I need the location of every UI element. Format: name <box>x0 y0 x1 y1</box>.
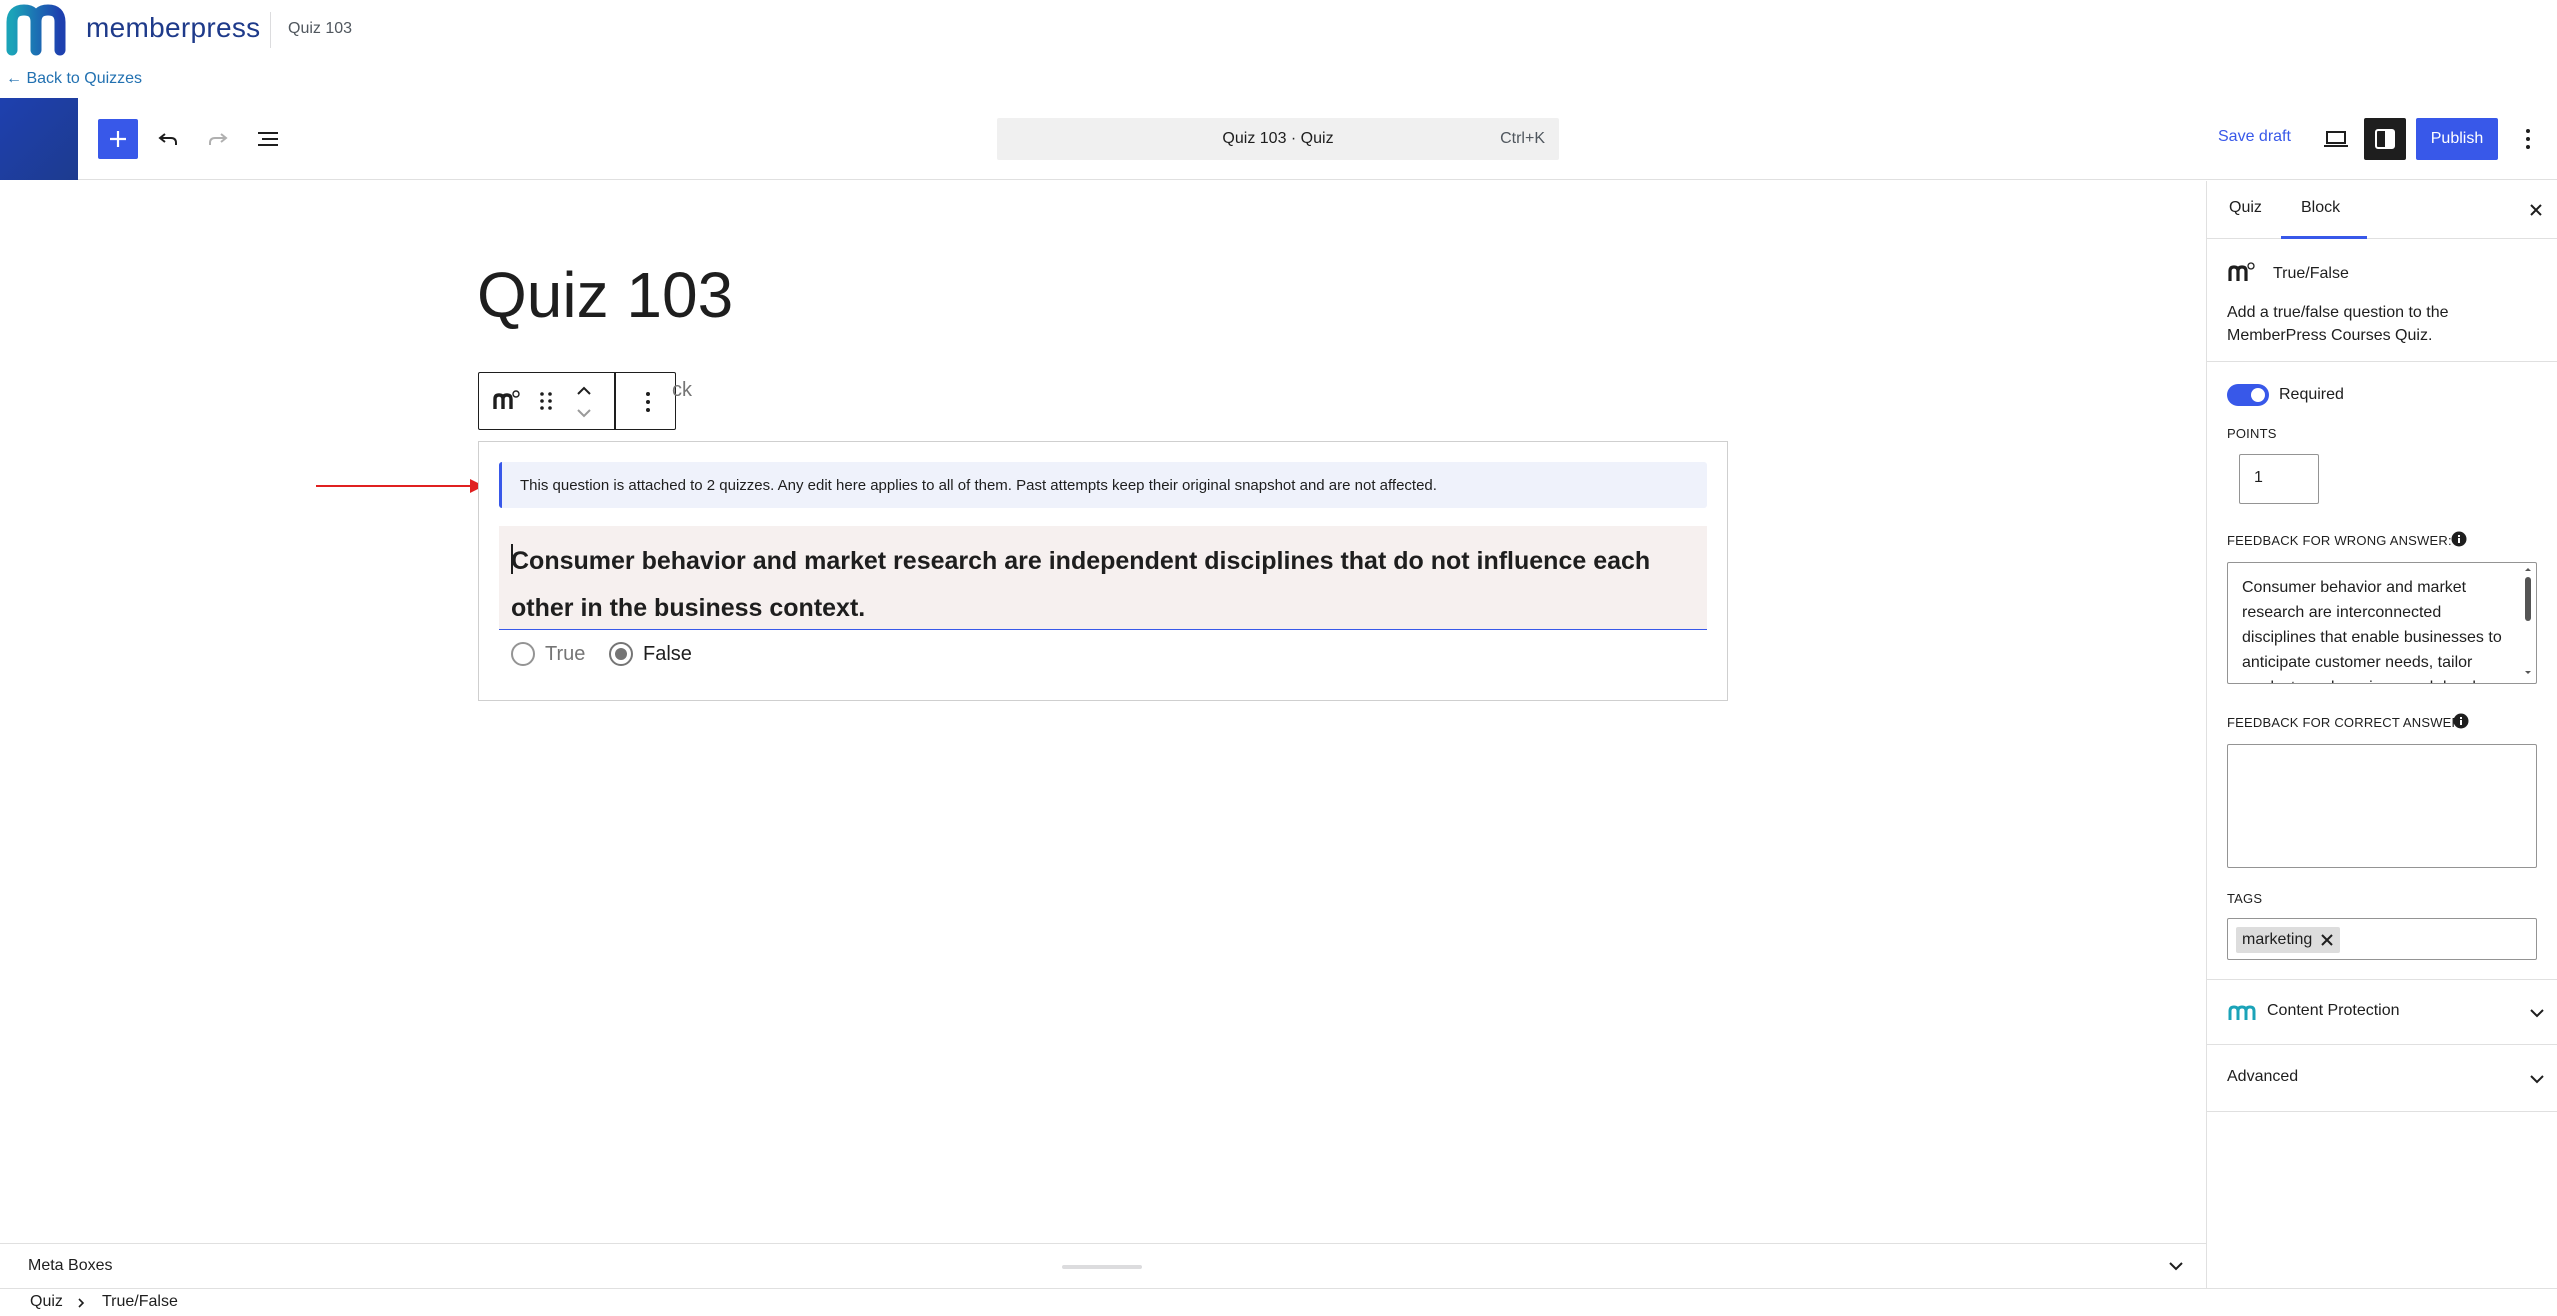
text-caret <box>511 544 513 574</box>
radio-true[interactable] <box>511 642 535 666</box>
block-breadcrumb: Quiz True/False <box>0 1288 2557 1316</box>
question-text-field[interactable]: Consumer behavior and market research ar… <box>499 526 1707 630</box>
plus-icon <box>110 131 126 147</box>
chevron-down-icon <box>577 409 591 418</box>
move-down-button[interactable] <box>571 403 597 423</box>
feedback-wrong-label: FEEDBACK FOR WRONG ANSWER: <box>2227 533 2452 548</box>
editor-toolbar: Quiz 103 · Quiz Ctrl+K Save draft Publis… <box>0 98 2557 180</box>
sidebar-toggle-icon <box>2375 129 2395 149</box>
redo-icon <box>209 133 228 145</box>
placeholder-ghost-text: ck <box>672 379 692 401</box>
info-icon[interactable] <box>2453 713 2469 729</box>
breadcrumb-quiz[interactable]: Quiz <box>30 1293 63 1311</box>
panel-content-protection-title: Content Protection <box>2267 1002 2400 1019</box>
kebab-menu-icon <box>646 392 650 412</box>
memberpress-logo-icon <box>2228 1005 2256 1020</box>
info-icon[interactable] <box>2451 531 2467 547</box>
option-true-label: True <box>545 642 586 665</box>
chevron-down-icon <box>2530 1075 2544 1084</box>
feedback-wrong-text: Consumer behavior and market research ar… <box>2242 579 2502 683</box>
meta-boxes-label: Meta Boxes <box>28 1257 113 1274</box>
post-title[interactable]: Quiz 103 <box>477 258 733 332</box>
block-toolbar-divider <box>614 373 616 429</box>
option-true[interactable]: True <box>511 642 585 666</box>
memberpress-logo-icon <box>6 4 66 56</box>
brand-page-name: Quiz 103 <box>288 20 353 37</box>
command-title: Quiz 103 · Quiz <box>1222 130 1334 147</box>
panel-advanced[interactable]: Advanced <box>2207 1046 2557 1112</box>
brand-bar: memberpress Quiz 103 ← Back to Quizzes <box>0 0 2557 100</box>
block-options-button[interactable] <box>635 389 661 415</box>
tab-block[interactable]: Block <box>2301 199 2340 217</box>
block-type-button[interactable] <box>491 387 521 415</box>
points-label: POINTS <box>2227 426 2277 441</box>
undo-button[interactable] <box>148 119 188 159</box>
shared-question-notice: This question is attached to 2 quizzes. … <box>499 462 1707 508</box>
laptop-icon <box>2324 131 2348 147</box>
feedback-correct-label: FEEDBACK FOR CORRECT ANSWER: <box>2227 715 2465 730</box>
memberpress-block-icon <box>493 390 520 409</box>
tab-quiz[interactable]: Quiz <box>2229 199 2262 217</box>
red-arrow-annotation-icon <box>316 479 484 493</box>
tag-chip: marketing <box>2236 927 2341 953</box>
chevron-down-icon <box>2530 1009 2544 1018</box>
true-false-question-block[interactable]: This question is attached to 2 quizzes. … <box>478 441 1728 701</box>
points-input[interactable]: 1 <box>2239 454 2319 504</box>
preview-button[interactable] <box>2316 119 2356 159</box>
drag-handle-icon <box>540 392 552 410</box>
site-icon-button[interactable] <box>0 98 78 180</box>
resize-handle[interactable] <box>1062 1265 1142 1269</box>
brand-divider <box>270 12 271 48</box>
move-up-button[interactable] <box>571 381 597 401</box>
radio-false[interactable] <box>609 642 633 666</box>
list-view-icon <box>258 132 278 146</box>
chevron-up-icon <box>577 386 591 395</box>
memberpress-block-icon <box>2228 262 2255 281</box>
sidebar-tabs: Quiz Block <box>2207 181 2557 239</box>
breadcrumb-true-false[interactable]: True/False <box>102 1293 178 1311</box>
active-tab-indicator <box>2281 236 2367 239</box>
kebab-menu-icon <box>2526 129 2530 149</box>
meta-boxes-bar[interactable]: Meta Boxes <box>0 1243 2206 1287</box>
feedback-correct-text <box>2228 745 2536 769</box>
back-to-quizzes-link[interactable]: ← Back to Quizzes <box>6 70 142 88</box>
drag-handle[interactable] <box>537 389 555 413</box>
publish-button[interactable]: Publish <box>2416 118 2498 160</box>
chevron-right-icon <box>78 1298 85 1308</box>
block-description: Add a true/false question to the MemberP… <box>2227 304 2449 344</box>
panel-content-protection[interactable]: Content Protection <box>2207 979 2557 1045</box>
textarea-scrollbar[interactable] <box>2522 565 2534 681</box>
required-label: Required <box>2279 386 2344 403</box>
required-toggle[interactable] <box>2227 384 2269 406</box>
chevron-down-icon[interactable] <box>2164 1254 2188 1278</box>
command-palette-bar[interactable]: Quiz 103 · Quiz Ctrl+K <box>997 118 1559 160</box>
option-false[interactable]: False <box>609 642 692 666</box>
remove-tag-icon[interactable] <box>2320 933 2334 947</box>
tag-label: marketing <box>2242 931 2313 948</box>
command-shortcut: Ctrl+K <box>1500 130 1545 147</box>
settings-toggle-button[interactable] <box>2364 118 2406 160</box>
tags-input[interactable]: marketing <box>2227 918 2537 960</box>
save-draft-button[interactable]: Save draft <box>2218 128 2291 146</box>
document-overview-button[interactable] <box>248 119 288 159</box>
tags-label: TAGS <box>2227 891 2263 906</box>
feedback-correct-textarea[interactable] <box>2227 744 2537 868</box>
redo-button[interactable] <box>198 119 238 159</box>
block-toolbar <box>478 372 676 430</box>
options-menu-button[interactable] <box>2512 119 2544 159</box>
close-sidebar-button[interactable] <box>2523 197 2549 223</box>
undo-icon <box>158 133 177 145</box>
panel-advanced-title: Advanced <box>2227 1068 2299 1085</box>
close-icon <box>2530 204 2542 216</box>
add-block-button[interactable] <box>98 119 138 159</box>
section-divider <box>2207 361 2557 362</box>
question-text: Consumer behavior and market research ar… <box>511 547 1651 622</box>
notice-text: This question is attached to 2 quizzes. … <box>520 477 1437 494</box>
settings-sidebar: Quiz Block True/False Add a true/false q… <box>2206 181 2557 1288</box>
feedback-wrong-textarea[interactable]: Consumer behavior and market research ar… <box>2227 562 2537 684</box>
logo-text: memberpress <box>86 12 261 43</box>
option-false-label: False <box>643 642 692 665</box>
block-name: True/False <box>2273 265 2349 282</box>
